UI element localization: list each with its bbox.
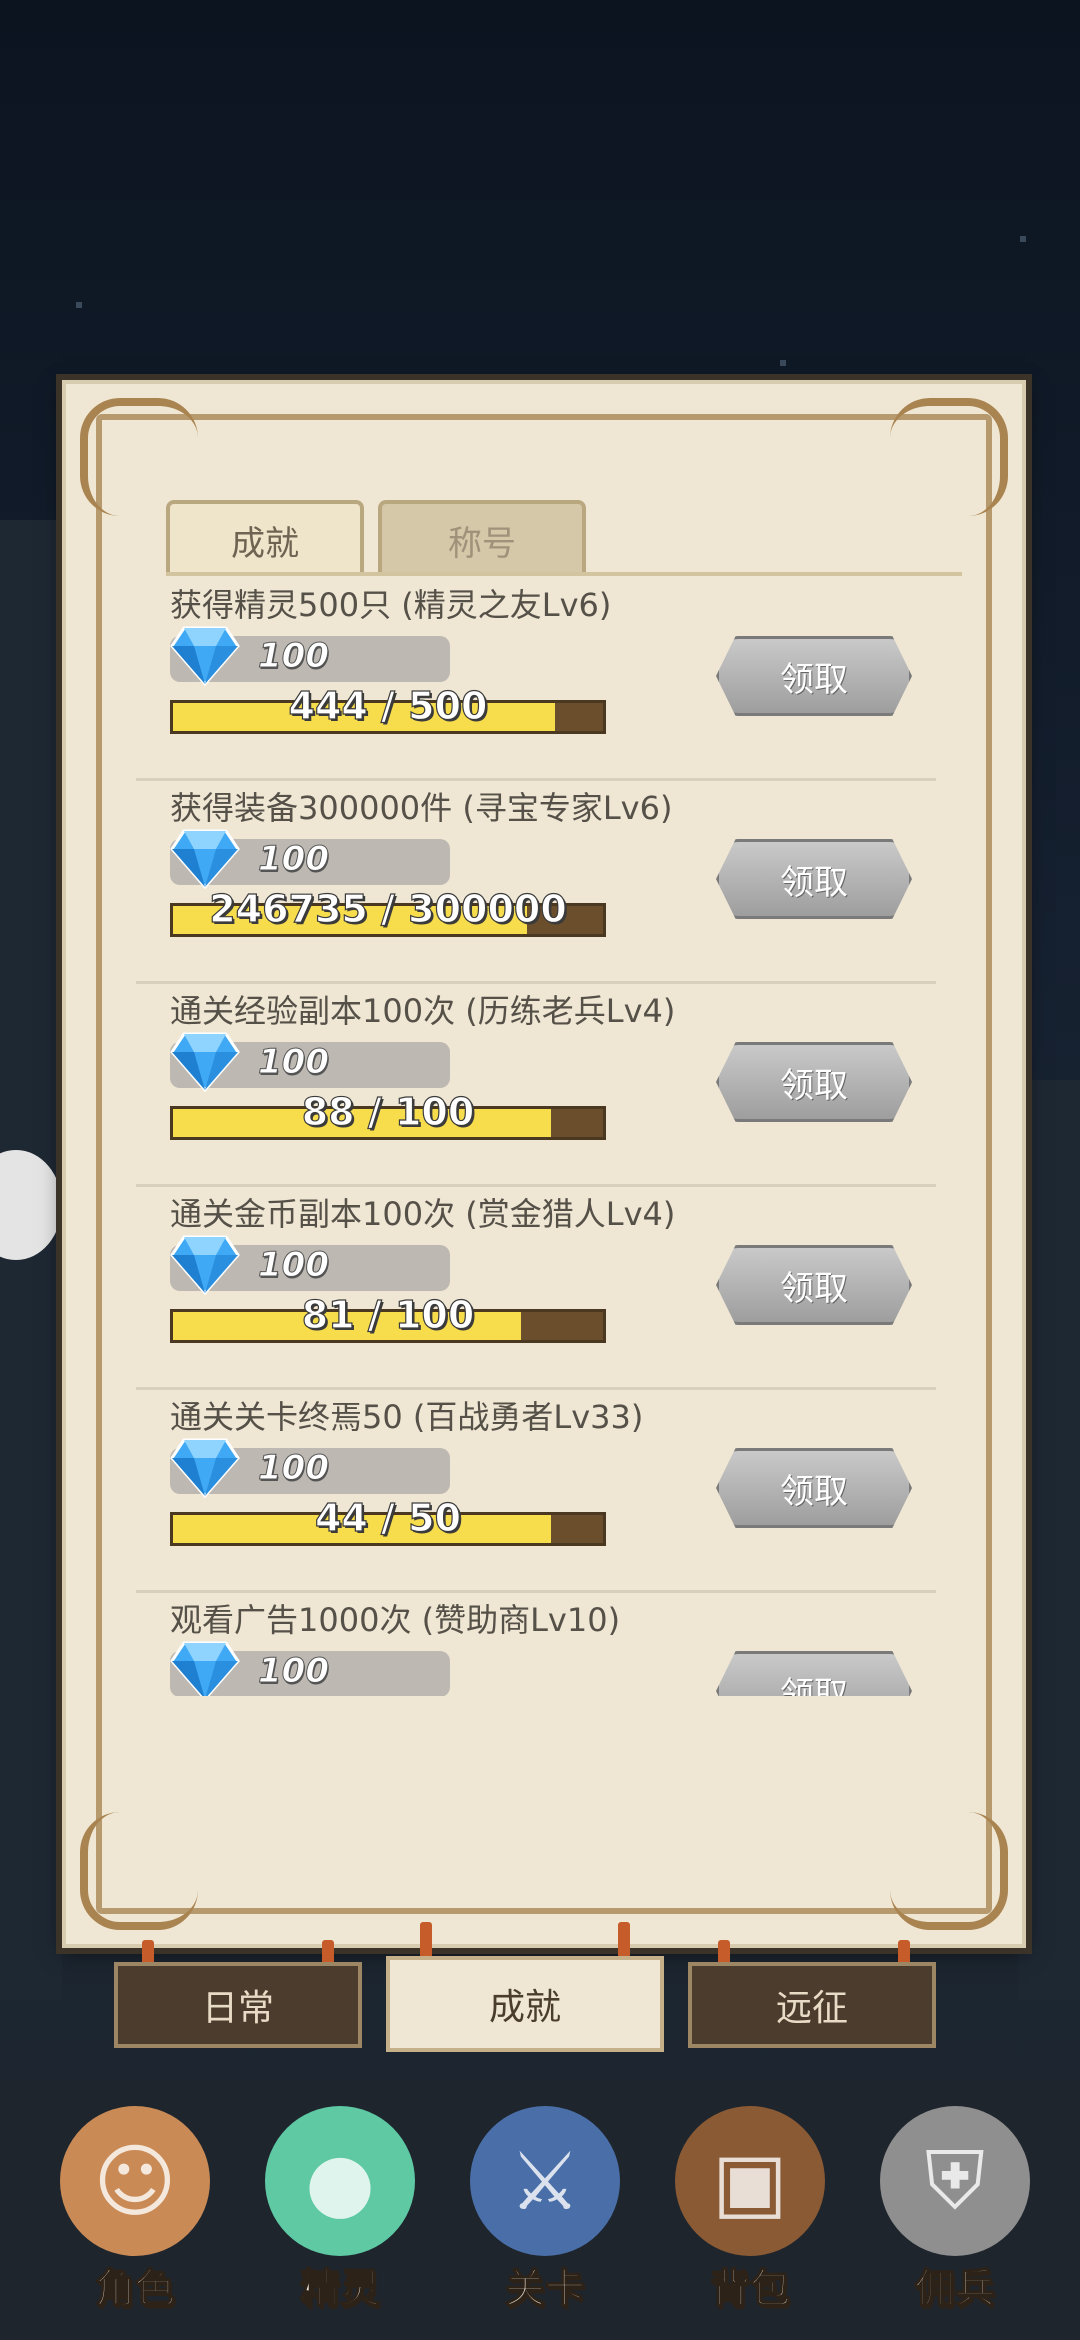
tab-achievement-category[interactable]: 成就 <box>386 1956 664 2052</box>
diamond-icon <box>170 1641 240 1696</box>
claim-button[interactable]: 领取 <box>716 636 912 716</box>
progress-text: 81 / 100 <box>301 1292 475 1337</box>
mercenary-icon: ⛨ <box>880 2106 1030 2256</box>
nav-label: 角色 <box>94 2265 176 2313</box>
tab-title[interactable]: 称号 <box>378 500 586 576</box>
ornament-corner <box>80 398 198 516</box>
achievement-item: 通关关卡终焉50 (百战勇者Lv33) 100 44 / 50 领取 <box>136 1388 936 1593</box>
nav-item-4[interactable]: ⛨ 佣兵 <box>860 2106 1050 2326</box>
achievement-title: 通关关卡终焉50 (百战勇者Lv33) <box>170 1398 644 1436</box>
achievement-item: 观看广告1000次 (赞助商Lv10) 100 983 / 1000 领取 <box>136 1591 936 1696</box>
nav-label: 精灵 <box>299 2265 381 2313</box>
stage-icon: ⚔ <box>470 2106 620 2256</box>
nav-item-2[interactable]: ⚔ 关卡 <box>450 2106 640 2326</box>
tab-daily[interactable]: 日常 <box>114 1962 362 2048</box>
nav-label: 佣兵 <box>914 2265 996 2313</box>
diamond-icon <box>170 1438 240 1499</box>
progress-text: 444 / 500 <box>288 683 488 728</box>
nav-label: 背包 <box>709 2265 791 2313</box>
achievement-title: 通关经验副本100次 (历练老兵Lv4) <box>170 992 676 1030</box>
nav-item-1[interactable]: ● 精灵 <box>245 2106 435 2326</box>
diamond-icon <box>170 829 240 890</box>
claim-button[interactable]: 领取 <box>716 1448 912 1528</box>
progress-text: 88 / 100 <box>301 1089 475 1134</box>
achievement-title: 通关金币副本100次 (赏金猎人Lv4) <box>170 1195 676 1233</box>
achievement-title: 观看广告1000次 (赞助商Lv10) <box>170 1601 621 1639</box>
achievement-item: 通关金币副本100次 (赏金猎人Lv4) 100 81 / 100 领取 <box>136 1185 936 1390</box>
ornament-corner <box>890 1812 1008 1930</box>
achievement-item: 通关经验副本100次 (历练老兵Lv4) 100 88 / 100 领取 <box>136 982 936 1187</box>
ornament-corner <box>890 398 1008 516</box>
achievement-panel: 成就 称号 获得精灵500只 (精灵之友Lv6) 100 444 / 500 领… <box>62 380 1026 1948</box>
reward-amount: 100 <box>258 1651 330 1692</box>
spirit-icon: ● <box>265 2106 415 2256</box>
ornament-corner <box>80 1812 198 1930</box>
progress-text: 44 / 50 <box>314 1495 462 1540</box>
bottom-nav: ☺ 角色 ● 精灵 ⚔ 关卡 ▣ 背包 ⛨ 佣兵 <box>0 2080 1080 2340</box>
nav-item-3[interactable]: ▣ 背包 <box>655 2106 845 2326</box>
reward-amount: 100 <box>258 1245 330 1286</box>
diamond-icon <box>170 1235 240 1296</box>
claim-button[interactable]: 领取 <box>716 1042 912 1122</box>
diamond-icon <box>170 1032 240 1093</box>
reward-amount: 100 <box>258 1042 330 1083</box>
nav-item-0[interactable]: ☺ 角色 <box>40 2106 230 2326</box>
backpack-icon: ▣ <box>675 2106 825 2256</box>
tab-expedition[interactable]: 远征 <box>688 1962 936 2048</box>
achievement-item: 获得精灵500只 (精灵之友Lv6) 100 444 / 500 领取 <box>136 576 936 781</box>
achievement-title: 获得装备300000件 (寻宝专家Lv6) <box>170 789 673 827</box>
reward-amount: 100 <box>258 1448 330 1489</box>
claim-button[interactable]: 领取 <box>716 1245 912 1325</box>
claim-button[interactable]: 领取 <box>716 839 912 919</box>
reward-amount: 100 <box>258 839 330 880</box>
achievement-list[interactable]: 获得精灵500只 (精灵之友Lv6) 100 444 / 500 领取 获得装备… <box>136 576 936 1696</box>
nav-label: 关卡 <box>504 2265 586 2313</box>
diamond-icon <box>170 626 240 687</box>
achievement-item: 获得装备300000件 (寻宝专家Lv6) 100 246735 / 30000… <box>136 779 936 984</box>
achievement-title: 获得精灵500只 (精灵之友Lv6) <box>170 586 612 624</box>
character-icon: ☺ <box>60 2106 210 2256</box>
reward-amount: 100 <box>258 636 330 677</box>
progress-text: 246735 / 300000 <box>209 886 568 931</box>
tab-achievement[interactable]: 成就 <box>166 500 364 576</box>
claim-button[interactable]: 领取 <box>716 1651 912 1696</box>
